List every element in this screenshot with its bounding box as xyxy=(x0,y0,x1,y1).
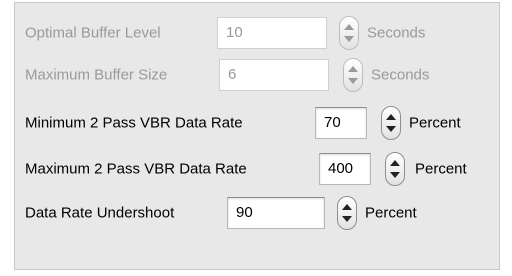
optimal-buffer-level-label: Optimal Buffer Level xyxy=(25,24,161,42)
maximum-2pass-vbr-label: Maximum 2 Pass VBR Data Rate xyxy=(25,160,247,178)
optimal-buffer-level-field[interactable]: 10 xyxy=(217,17,327,49)
stepper-up-arrow-icon[interactable] xyxy=(390,160,400,166)
minimum-2pass-vbr-row: Minimum 2 Pass VBR Data Rate 70 Percent xyxy=(25,105,495,141)
minimum-2pass-vbr-field[interactable]: 70 xyxy=(315,107,367,139)
optimal-buffer-level-stepper[interactable] xyxy=(339,16,359,50)
maximum-buffer-size-label: Maximum Buffer Size xyxy=(25,66,168,84)
stepper-down-arrow-icon[interactable] xyxy=(342,216,352,222)
optimal-buffer-level-row: Optimal Buffer Level 10 Seconds xyxy=(25,15,495,51)
stepper-down-arrow-icon[interactable] xyxy=(348,78,358,84)
stepper-down-arrow-icon[interactable] xyxy=(386,126,396,132)
maximum-2pass-vbr-stepper[interactable] xyxy=(385,152,405,186)
maximum-2pass-vbr-row: Maximum 2 Pass VBR Data Rate 400 Percent xyxy=(25,151,495,187)
maximum-buffer-size-unit: Seconds xyxy=(371,66,430,84)
stepper-down-arrow-icon[interactable] xyxy=(344,36,354,42)
data-rate-undershoot-row: Data Rate Undershoot 90 Percent xyxy=(25,195,495,231)
stepper-up-arrow-icon[interactable] xyxy=(386,114,396,120)
stepper-up-arrow-icon[interactable] xyxy=(342,204,352,210)
data-rate-undershoot-label: Data Rate Undershoot xyxy=(25,204,175,222)
maximum-buffer-size-row: Maximum Buffer Size 6 Seconds xyxy=(25,57,495,93)
data-rate-undershoot-stepper[interactable] xyxy=(337,196,357,230)
stepper-down-arrow-icon[interactable] xyxy=(390,172,400,178)
maximum-2pass-vbr-unit: Percent xyxy=(415,160,467,178)
minimum-2pass-vbr-stepper[interactable] xyxy=(381,106,401,140)
maximum-buffer-size-field[interactable]: 6 xyxy=(219,59,329,91)
settings-panel: Optimal Buffer Level 10 Seconds Maximum … xyxy=(14,2,500,270)
stepper-up-arrow-icon[interactable] xyxy=(348,66,358,72)
minimum-2pass-vbr-unit: Percent xyxy=(409,114,461,132)
maximum-buffer-size-stepper[interactable] xyxy=(343,58,363,92)
data-rate-undershoot-unit: Percent xyxy=(365,204,417,222)
minimum-2pass-vbr-label: Minimum 2 Pass VBR Data Rate xyxy=(25,114,243,132)
maximum-2pass-vbr-field[interactable]: 400 xyxy=(319,153,371,185)
optimal-buffer-level-unit: Seconds xyxy=(367,24,426,42)
data-rate-undershoot-field[interactable]: 90 xyxy=(227,197,325,229)
stepper-up-arrow-icon[interactable] xyxy=(344,24,354,30)
